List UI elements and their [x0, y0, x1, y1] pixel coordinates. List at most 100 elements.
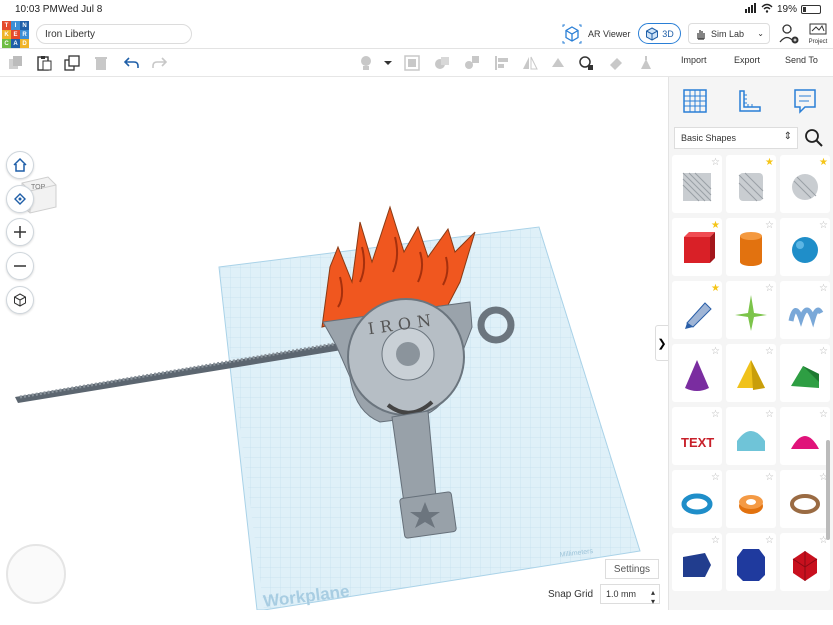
shape-hexagonal-prism[interactable]: ☆ [726, 533, 776, 591]
tinkercad-app: 10:03 PM Wed Jul 8 19% T I N K E R C A D… [0, 0, 833, 625]
wifi-icon [761, 3, 773, 16]
import-button[interactable]: Import [681, 55, 707, 71]
ungroup-icon[interactable] [464, 55, 480, 71]
viewcube-top-label: TOP [31, 184, 46, 191]
scene-canvas: IRON Workplane Millimeters [15, 205, 641, 610]
text-squiggle-icon [788, 307, 824, 328]
notes-tab-icon[interactable] [791, 87, 819, 115]
ruler-tab-icon[interactable] [736, 87, 764, 115]
fit-view-button[interactable] [6, 185, 34, 213]
notes-lightbulb-icon[interactable] [358, 55, 374, 71]
pyramid-icon [737, 360, 765, 390]
shape-cone[interactable]: ☆ [672, 344, 722, 402]
shape-icosahedron[interactable]: ☆ [780, 533, 830, 591]
view-3d-button[interactable]: 3D [638, 23, 681, 44]
home-icon [13, 157, 27, 172]
shape-torus[interactable]: ☆ [672, 470, 722, 528]
paste-icon[interactable] [36, 55, 52, 71]
shape-sphere[interactable]: ☆ [780, 218, 830, 276]
shape-category-select[interactable]: Basic Shapes ⇕ [674, 127, 798, 149]
snap-grid-value: 1.0 mm [606, 589, 637, 599]
minus-icon [14, 265, 26, 267]
view-3d-label: 3D [662, 28, 674, 39]
shape-text-squiggle[interactable]: ☆ [780, 281, 830, 339]
shape-pyramid[interactable]: ☆ [726, 344, 776, 402]
ruler-view-icon[interactable] [578, 55, 594, 71]
cone-icon [685, 360, 709, 391]
logo-letter: D [20, 39, 29, 48]
logo-letter: K [2, 30, 11, 39]
shape-box-hole[interactable]: ☆ [672, 155, 722, 213]
status-bar: 10:03 PM Wed Jul 8 19% [0, 0, 833, 18]
camera-joystick[interactable] [6, 544, 66, 604]
settings-button[interactable]: Settings [605, 559, 659, 579]
chevron-right-icon: ❯ [657, 337, 667, 350]
half-cylinder-icon [737, 431, 765, 451]
3d-viewport[interactable]: IRON Workplane Millimeters TOP [0, 77, 668, 610]
roof-icon [791, 366, 819, 388]
shape-sphere-hole[interactable]: ★ [780, 155, 830, 213]
zoom-out-button[interactable] [6, 252, 34, 280]
zoom-in-button[interactable] [6, 218, 34, 246]
shape-ring[interactable]: ☆ [780, 470, 830, 528]
panel-collapse-toggle[interactable]: ❯ [655, 325, 669, 361]
plus-icon [14, 226, 26, 238]
battery-percent: 19% [776, 4, 797, 15]
shape-category-value: Basic Shapes [681, 133, 737, 143]
shape-half-cylinder[interactable]: ☆ [726, 407, 776, 465]
cube-outline-icon [14, 293, 26, 307]
shape-shape-generator[interactable]: ☆ [726, 281, 776, 339]
cruise-icon[interactable] [550, 55, 566, 71]
shape-tube[interactable]: ☆ [726, 470, 776, 528]
shape-roof[interactable]: ☆ [780, 344, 830, 402]
sim-lab-dropdown[interactable]: Sim Lab ⌄ [688, 23, 770, 44]
shape-scribble[interactable]: ★ [672, 281, 722, 339]
home-view-button[interactable] [6, 151, 34, 179]
undo-icon[interactable] [123, 55, 139, 71]
shape-text[interactable]: ☆ TEXT [672, 407, 722, 465]
workplane-grid-icon[interactable] [681, 87, 709, 115]
send-to-button[interactable]: Send To [785, 55, 818, 71]
status-time: 10:03 PM [15, 4, 58, 15]
workplane-tool-icon[interactable] [608, 55, 624, 71]
shape-cylinder[interactable]: ☆ [726, 218, 776, 276]
project-menu-button[interactable]: Project [805, 21, 831, 47]
panel-scrollbar[interactable] [826, 440, 830, 540]
torus-icon [681, 493, 713, 515]
project-title-input[interactable]: Iron Liberty [36, 24, 192, 44]
logo-letter: E [11, 30, 20, 39]
tinkercad-logo[interactable]: T I N K E R C A D [2, 21, 29, 48]
shape-cylinder-hole[interactable]: ★ [726, 155, 776, 213]
edit-toolbar: Import Export Send To [0, 49, 833, 77]
shape-half-sphere[interactable]: ☆ [780, 407, 830, 465]
tube-icon [739, 495, 763, 514]
show-all-icon[interactable] [404, 55, 420, 71]
shape-polygon[interactable]: ☆ [672, 533, 722, 591]
logo-letter: I [11, 21, 20, 30]
polygon-icon [683, 553, 711, 577]
export-button[interactable]: Export [734, 55, 760, 71]
perspective-button[interactable] [6, 286, 34, 314]
signal-icon [744, 3, 757, 16]
duplicate-icon[interactable] [64, 55, 80, 71]
shape-box[interactable]: ★ [672, 218, 722, 276]
delete-icon[interactable] [93, 55, 109, 71]
mirror-icon[interactable] [522, 55, 538, 71]
shape-search-button[interactable] [802, 127, 826, 149]
align-icon[interactable] [494, 55, 510, 71]
box-icon [684, 232, 715, 263]
ring-icon [790, 494, 820, 514]
redo-icon[interactable] [152, 55, 168, 71]
copy-icon[interactable] [8, 55, 24, 71]
comment-dropdown-icon[interactable] [380, 55, 396, 71]
logo-letter: T [2, 21, 11, 30]
snap-grid-select[interactable]: 1.0 mm ▴ ▾ [600, 584, 660, 606]
logo-letter: A [11, 39, 20, 48]
user-add-icon[interactable] [779, 23, 799, 45]
sphere-icon [792, 237, 818, 263]
ar-viewer-button[interactable]: AR Viewer [562, 21, 630, 47]
cylinder-hole-icon [738, 172, 764, 202]
cube-icon [646, 26, 659, 41]
group-icon[interactable] [434, 55, 450, 71]
ruler-icon[interactable] [638, 55, 654, 71]
